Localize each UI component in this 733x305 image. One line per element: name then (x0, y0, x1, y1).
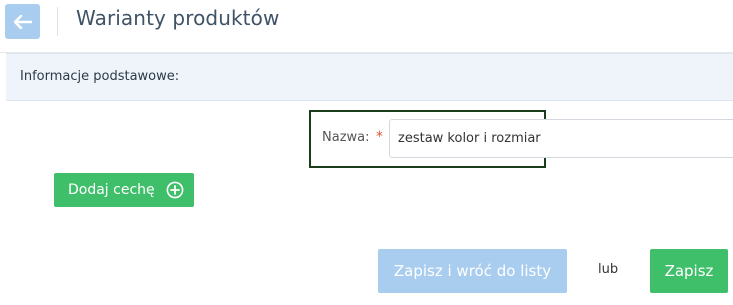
title-divider (57, 7, 58, 36)
arrow-left-icon (13, 14, 32, 29)
save-button[interactable]: Zapisz (650, 249, 728, 293)
add-trait-label: Dodaj cechę (68, 182, 155, 198)
page-title: Warianty produktów (76, 6, 280, 30)
add-trait-button[interactable]: Dodaj cechę (54, 173, 194, 207)
section-title: Informacje podstawowe: (20, 69, 180, 84)
plus-circle-icon (166, 181, 184, 199)
name-input[interactable] (389, 119, 733, 158)
name-label: Nazwa: (322, 130, 370, 145)
top-bar: Warianty produktów (0, 0, 733, 53)
section-header: Informacje podstawowe: (6, 53, 733, 101)
back-button[interactable] (5, 4, 40, 39)
save-and-return-button[interactable]: Zapisz i wróć do listy (378, 249, 567, 293)
or-text: lub (598, 262, 619, 277)
required-mark: * (376, 129, 383, 145)
